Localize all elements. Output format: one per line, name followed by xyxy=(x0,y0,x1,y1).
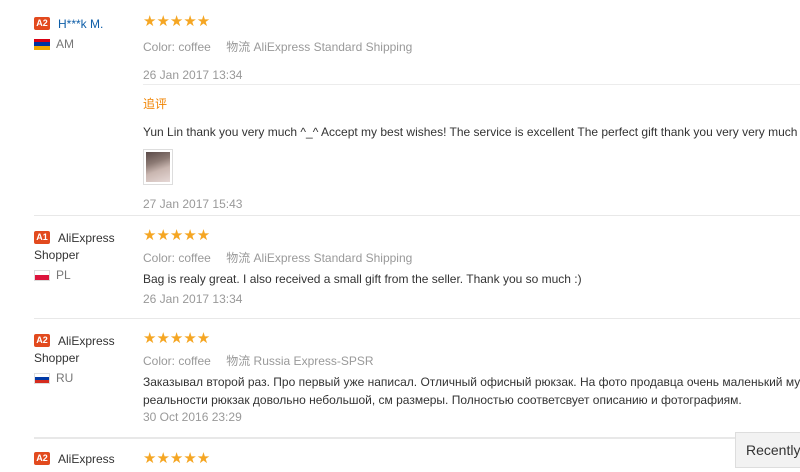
additional-feedback: 追评 Yun Lin thank you very much ^_^ Accep… xyxy=(143,95,800,211)
color-value: coffee xyxy=(178,354,211,368)
review-text-line2: реальности рюкзак довольно небольшой, см… xyxy=(143,393,742,407)
order-info: Color: coffee 物流 AliExpress Standard Shi… xyxy=(143,251,800,265)
shipping-label: 物流 xyxy=(226,354,251,368)
color-value: coffee xyxy=(178,40,211,54)
review-item: A2 H***k M. AM ★★★★★ Color: coffee 物流 Al… xyxy=(34,0,800,216)
review-date: 26 Jan 2017 13:34 xyxy=(143,292,243,306)
shipping-value: AliExpress Standard Shipping xyxy=(253,40,413,54)
review-text: Bag is realy great. I also received a sm… xyxy=(143,272,582,286)
review-item: A2 AliExpress Shopper RU ★★★★★ Color: co… xyxy=(34,319,800,438)
review-date: 26 Jan 2017 13:34 xyxy=(143,68,243,82)
shipping-label: 物流 xyxy=(226,251,251,265)
review-item: A2 AliExpress ★★★★★ xyxy=(34,438,800,472)
reviewer-country: PL xyxy=(34,268,134,282)
color-label: Color: xyxy=(143,40,176,54)
reviewer-country: RU xyxy=(34,371,134,385)
review-photo-thumbnail[interactable] xyxy=(143,149,173,185)
review-date: 30 Oct 2016 23:29 xyxy=(143,410,242,424)
star-rating: ★★★★★ xyxy=(143,227,211,244)
divider xyxy=(143,84,800,85)
reviewer-name: AliExpress xyxy=(58,334,115,348)
additional-feedback-text: Yun Lin thank you very much ^_^ Accept m… xyxy=(143,125,798,139)
review-content: ★★★★★ Color: coffee 物流 AliExpress Standa… xyxy=(143,13,800,83)
reviewer-name[interactable]: H***k M. xyxy=(58,16,103,33)
country-code: AM xyxy=(56,37,74,51)
review-list: A2 H***k M. AM ★★★★★ Color: coffee 物流 Al… xyxy=(0,0,800,472)
country-code: RU xyxy=(56,371,74,385)
reviewer-name-line2: Shopper xyxy=(34,351,80,365)
buyer-level-badge: A2 xyxy=(34,334,50,347)
color-label: Color: xyxy=(143,354,176,368)
country-code: PL xyxy=(56,268,71,282)
review-content: ★★★★★ Color: coffee 物流 Russia Express-SP… xyxy=(143,330,800,425)
reviewer-name: AliExpress xyxy=(58,452,115,466)
additional-feedback-label: 追评 xyxy=(143,97,168,111)
review-content: ★★★★★ Color: coffee 物流 AliExpress Standa… xyxy=(143,227,800,307)
shipping-value: AliExpress Standard Shipping xyxy=(253,251,413,265)
reviewer-name: AliExpress xyxy=(58,231,115,245)
shipping-label: 物流 xyxy=(226,40,251,54)
order-info: Color: coffee 物流 Russia Express-SPSR xyxy=(143,354,800,368)
recently-viewed-tab[interactable]: Recently V xyxy=(735,432,800,468)
reviewer-country: AM xyxy=(34,37,134,51)
reviewer-info: A2 H***k M. AM xyxy=(34,16,134,51)
star-rating: ★★★★★ xyxy=(143,13,211,30)
reviewer-info: A2 AliExpress Shopper RU xyxy=(34,333,134,385)
star-rating: ★★★★★ xyxy=(143,450,211,467)
review-text-line1: Заказывал второй раз. Про первый уже нап… xyxy=(143,375,800,389)
reviewer-name-line2: Shopper xyxy=(34,248,80,262)
color-value: coffee xyxy=(178,251,211,265)
color-label: Color: xyxy=(143,251,176,265)
buyer-level-badge: A2 xyxy=(34,17,50,30)
reviewer-info: A2 AliExpress xyxy=(34,451,134,468)
poland-flag-icon xyxy=(34,269,50,281)
buyer-level-badge: A2 xyxy=(34,452,50,465)
reviewer-info: A1 AliExpress Shopper PL xyxy=(34,230,134,282)
star-rating: ★★★★★ xyxy=(143,330,211,347)
russia-flag-icon xyxy=(34,372,50,384)
review-item: A1 AliExpress Shopper PL ★★★★★ Color: co… xyxy=(34,216,800,319)
order-info: Color: coffee 物流 AliExpress Standard Shi… xyxy=(143,40,800,54)
additional-feedback-date: 27 Jan 2017 15:43 xyxy=(143,197,243,211)
armenia-flag-icon xyxy=(34,38,50,50)
review-content: ★★★★★ xyxy=(143,451,800,467)
shipping-value: Russia Express-SPSR xyxy=(253,354,374,368)
buyer-level-badge: A1 xyxy=(34,231,50,244)
